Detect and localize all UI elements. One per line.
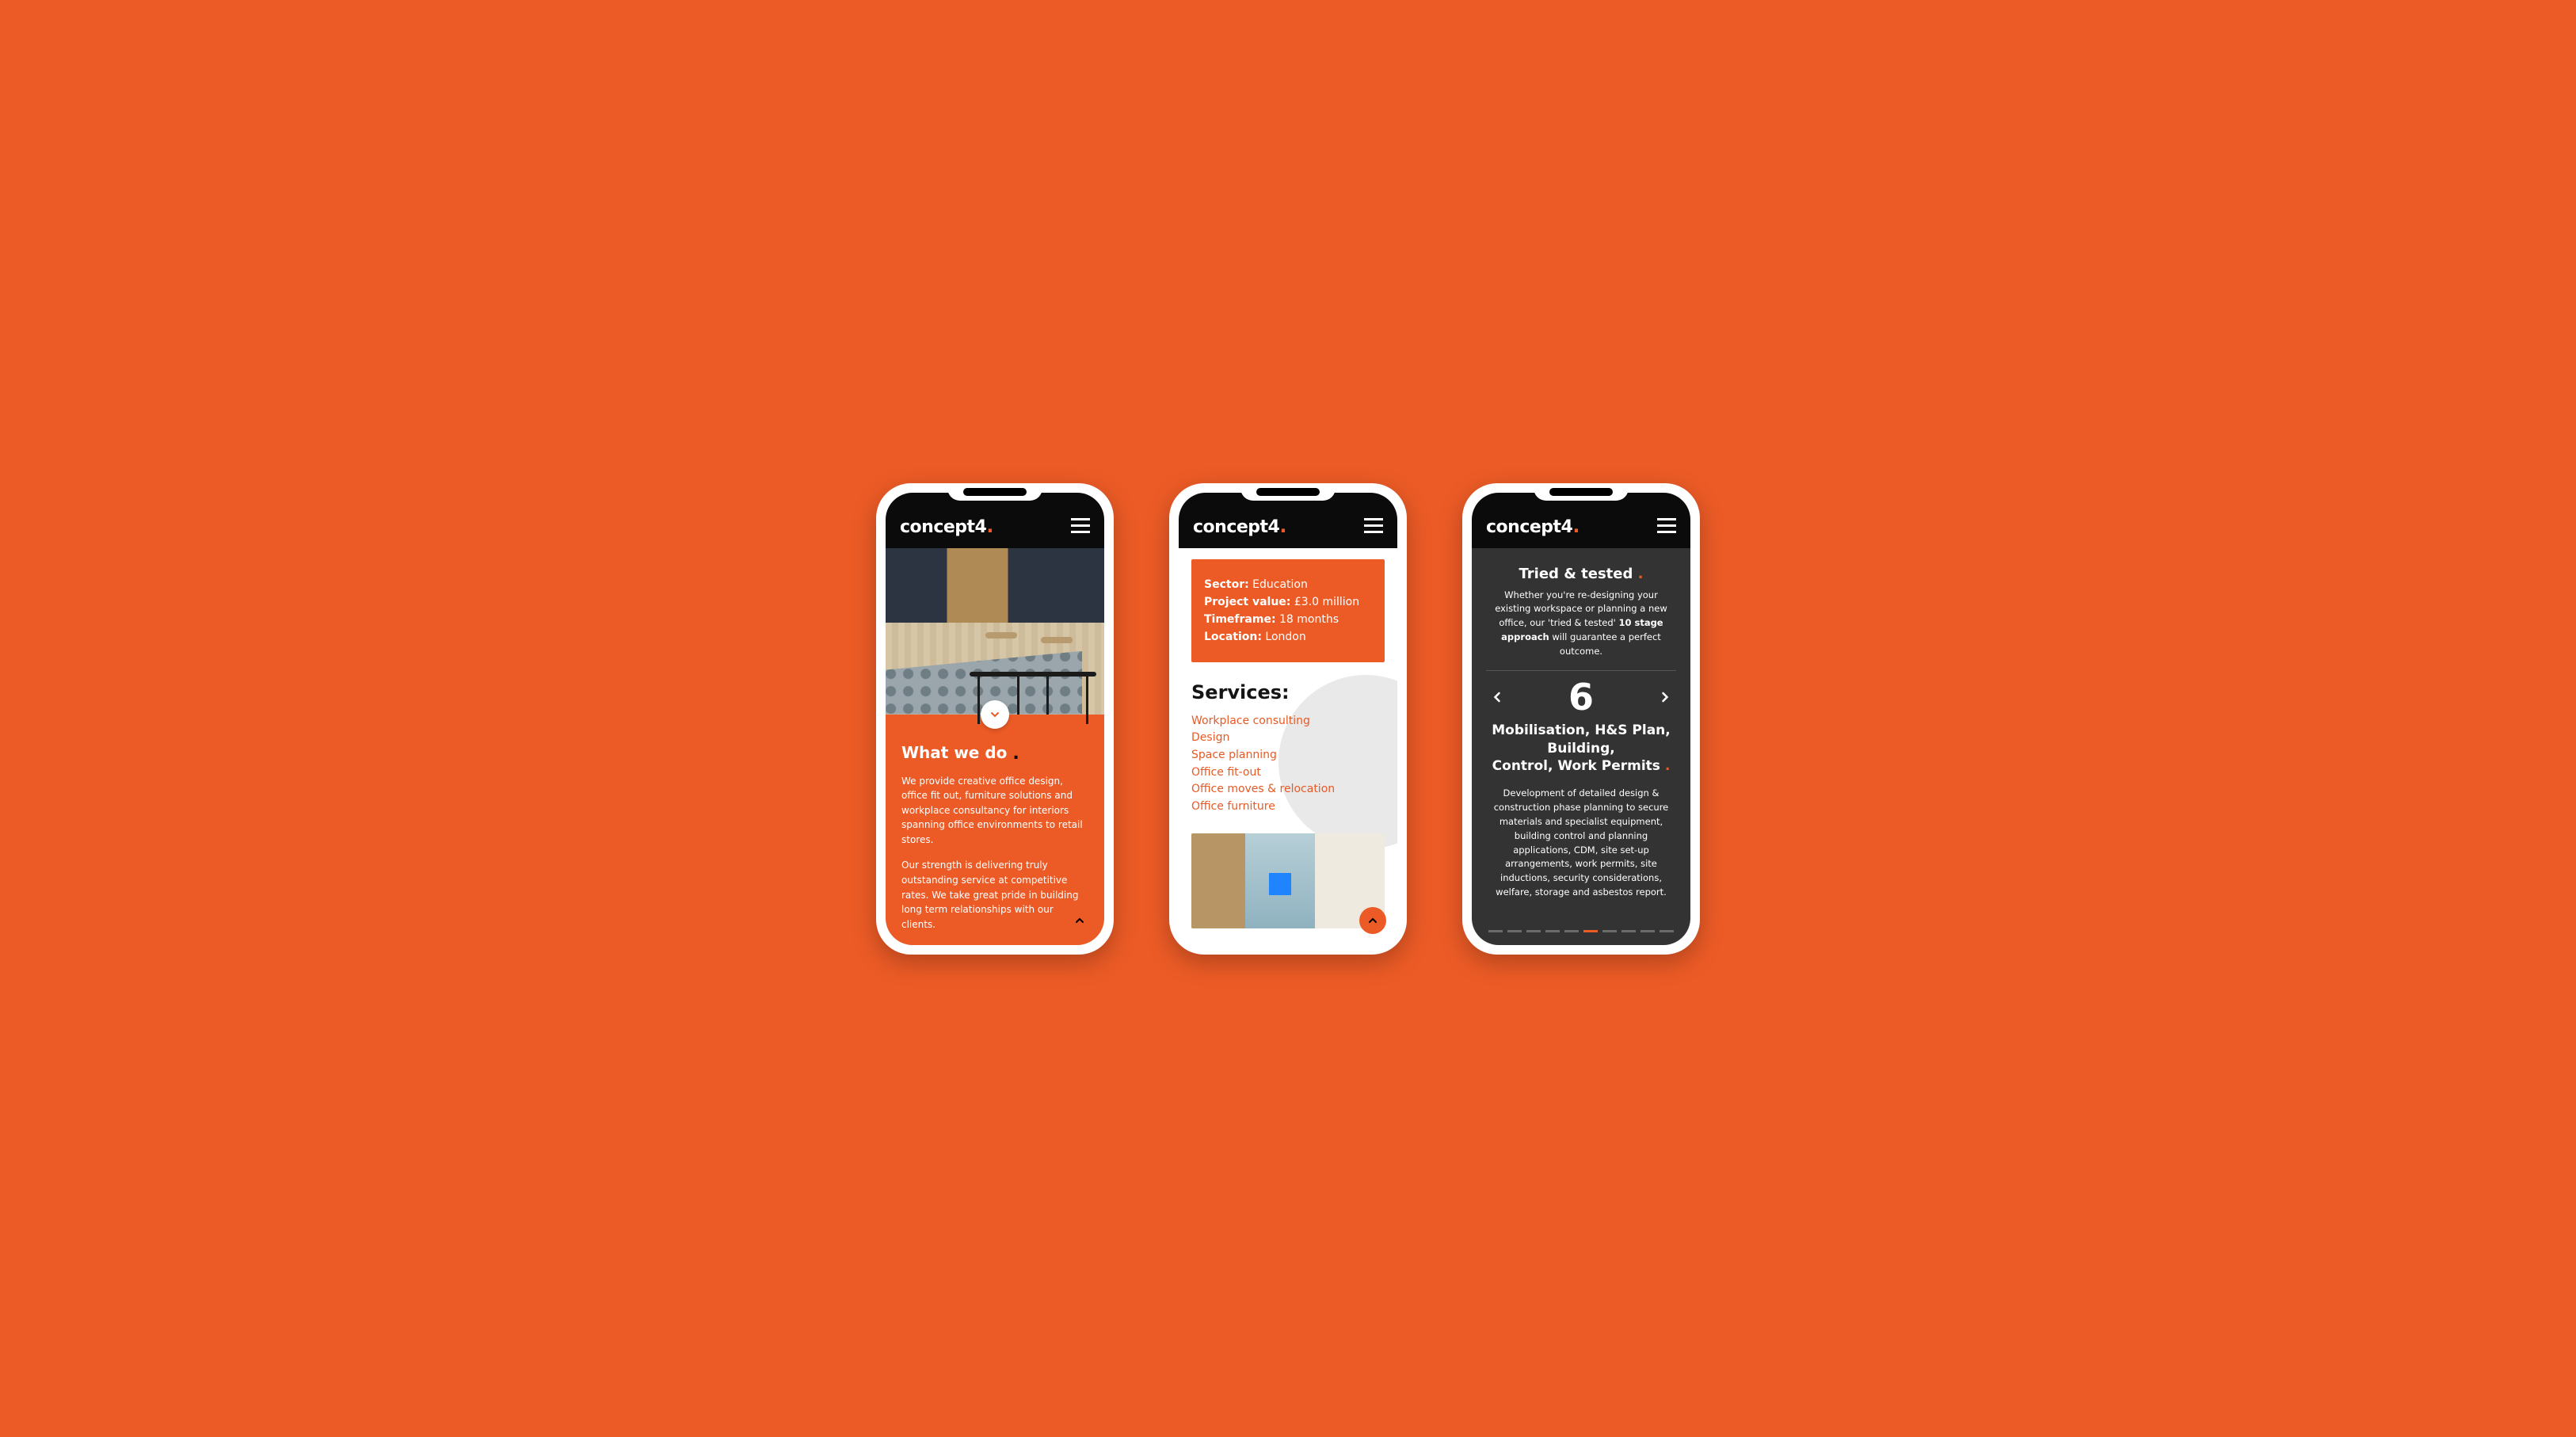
services-section: Services: Workplace consultingDesignSpac…	[1179, 662, 1397, 819]
carousel-dash[interactable]	[1507, 930, 1522, 932]
carousel-dash[interactable]	[1640, 930, 1655, 932]
process-body: Tried & tested . Whether you're re-desig…	[1472, 548, 1690, 945]
phone-notch	[947, 483, 1042, 501]
service-link[interactable]: Office furniture	[1191, 799, 1385, 816]
site-header: concept4.	[886, 493, 1104, 548]
carousel-dash[interactable]	[1583, 930, 1598, 932]
carousel-dash[interactable]	[1621, 930, 1636, 932]
brand-dot: .	[1572, 515, 1580, 537]
carousel-dash[interactable]	[1564, 930, 1579, 932]
info-location: Location: London	[1204, 631, 1372, 643]
intro-paragraph-2: Our strength is delivering truly outstan…	[901, 858, 1088, 932]
stage-carousel: 6	[1486, 679, 1676, 715]
carousel-dash[interactable]	[1545, 930, 1560, 932]
carousel-dash[interactable]	[1602, 930, 1617, 932]
brand-name: concept4	[1486, 517, 1572, 537]
stage-title: Mobilisation, H&S Plan, Building, Contro…	[1486, 722, 1676, 776]
carousel-dash[interactable]	[1526, 930, 1541, 932]
section-heading: What we do .	[901, 743, 1088, 763]
screen-1: concept4.	[886, 493, 1104, 945]
carousel-dash[interactable]	[1660, 930, 1674, 932]
scroll-top-button[interactable]	[1359, 907, 1386, 934]
services-list: Workplace consultingDesignSpace planning…	[1191, 713, 1385, 816]
scroll-top-button[interactable]	[1066, 907, 1093, 934]
service-link[interactable]: Office moves & relocation	[1191, 781, 1385, 799]
stage-description: Development of detailed design & constru…	[1486, 787, 1676, 900]
brand-name: concept4	[1193, 517, 1279, 537]
brand-name: concept4	[900, 517, 986, 537]
phone-notch	[1240, 483, 1336, 501]
next-stage-button[interactable]	[1654, 686, 1676, 708]
heading-dot: .	[1638, 566, 1644, 582]
hero-office-image	[886, 548, 1104, 715]
phone-frame-1: concept4.	[876, 483, 1114, 955]
divider	[1486, 670, 1676, 671]
screen-3: concept4. Tried & tested . Whether you'r…	[1472, 493, 1690, 945]
services-heading: Services:	[1191, 681, 1385, 703]
service-link[interactable]: Design	[1191, 730, 1385, 747]
brand-logo[interactable]: concept4.	[1486, 515, 1580, 537]
brand-dot: .	[986, 515, 993, 537]
phone-frame-3: concept4. Tried & tested . Whether you'r…	[1462, 483, 1700, 955]
service-link[interactable]: Office fit-out	[1191, 764, 1385, 782]
lead-paragraph: Whether you're re-designing your existin…	[1486, 589, 1676, 659]
site-header: concept4.	[1472, 493, 1690, 548]
info-project-value: Project value: £3.0 million	[1204, 596, 1372, 608]
intro-paragraph-1: We provide creative office design, offic…	[901, 774, 1088, 848]
info-timeframe: Timeframe: 18 months	[1204, 613, 1372, 626]
page-body: What we do . We provide creative office …	[886, 548, 1104, 945]
carousel-indicators	[1486, 919, 1676, 932]
carousel-dash[interactable]	[1488, 930, 1503, 932]
section-heading: Tried & tested .	[1486, 566, 1676, 582]
device-showcase: concept4.	[876, 483, 1700, 955]
menu-icon[interactable]	[1657, 518, 1676, 533]
screen-2: concept4. Sector: Education Project valu…	[1179, 493, 1397, 945]
phone-notch	[1534, 483, 1629, 501]
brand-dot: .	[1279, 515, 1286, 537]
site-header: concept4.	[1179, 493, 1397, 548]
project-info-card: Sector: Education Project value: £3.0 mi…	[1191, 559, 1385, 662]
brand-logo[interactable]: concept4.	[900, 515, 993, 537]
stage-number: 6	[1568, 679, 1594, 715]
scroll-down-button[interactable]	[981, 700, 1009, 729]
service-link[interactable]: Workplace consulting	[1191, 713, 1385, 730]
project-body: Sector: Education Project value: £3.0 mi…	[1179, 548, 1397, 945]
brand-logo[interactable]: concept4.	[1193, 515, 1286, 537]
menu-icon[interactable]	[1071, 518, 1090, 533]
heading-dot: .	[1012, 744, 1019, 764]
service-link[interactable]: Space planning	[1191, 747, 1385, 764]
info-sector: Sector: Education	[1204, 578, 1372, 591]
prev-stage-button[interactable]	[1486, 686, 1508, 708]
project-thumbnail	[1191, 833, 1385, 928]
menu-icon[interactable]	[1364, 518, 1383, 533]
phone-frame-2: concept4. Sector: Education Project valu…	[1169, 483, 1407, 955]
